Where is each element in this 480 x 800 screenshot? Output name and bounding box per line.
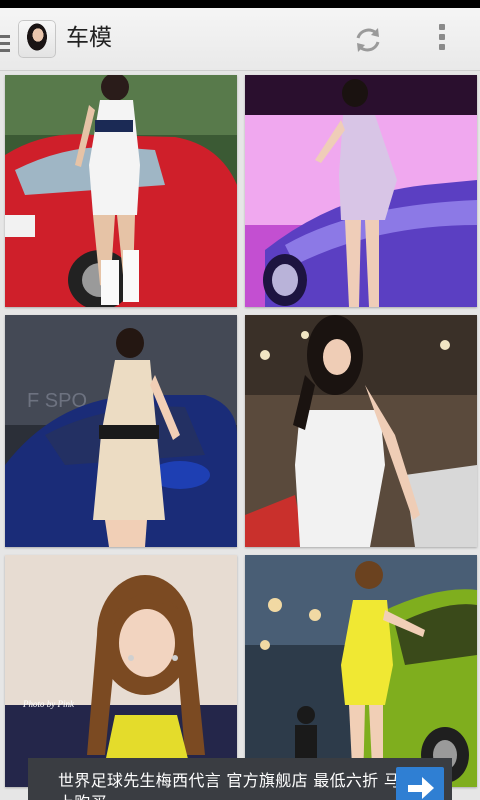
photo-tile-1[interactable] (5, 75, 237, 307)
status-bar (0, 0, 480, 8)
overflow-menu-icon (439, 24, 445, 30)
ad-banner[interactable]: 世界足球先生梅西代言 官方旗舰店 最低六折 马上购买 (28, 758, 452, 800)
photo-tile-5[interactable]: Photo by Pink (5, 555, 237, 787)
photo-tile-3[interactable]: F SPO (5, 315, 237, 547)
up-indicator-icon[interactable] (0, 35, 12, 55)
arrow-right-icon (408, 777, 434, 799)
photo-caption-5: Photo by Pink (22, 699, 75, 709)
overflow-menu-button[interactable] (428, 24, 456, 56)
app-icon[interactable] (18, 20, 56, 58)
photo-tile-4[interactable] (245, 315, 477, 547)
photo-grid[interactable]: F SPO Photo by Pink (0, 71, 480, 800)
photo-tile-6[interactable] (245, 555, 477, 787)
ad-text: 世界足球先生梅西代言 官方旗舰店 最低六折 马上购买 (58, 771, 401, 800)
page-title: 车模 (66, 25, 112, 51)
ad-open-button[interactable] (396, 767, 444, 800)
refresh-button[interactable] (350, 22, 386, 58)
action-bar: 车模 (0, 8, 480, 71)
refresh-icon (356, 28, 380, 52)
photo-tile-2[interactable] (245, 75, 477, 307)
